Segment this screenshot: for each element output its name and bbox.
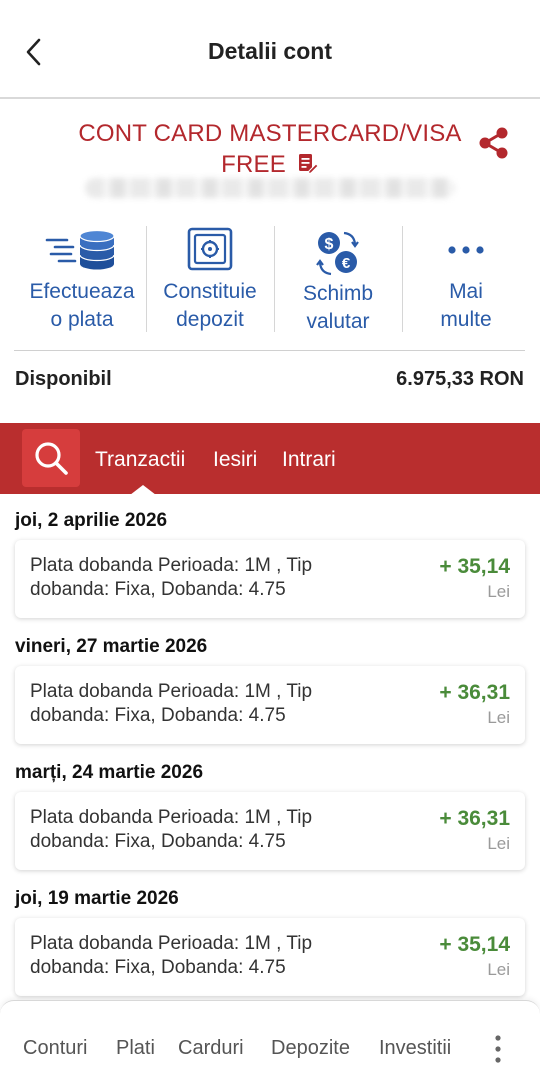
transaction-date: vineri, 27 martie 2026 [15, 636, 208, 657]
transaction-date: joi, 19 martie 2026 [15, 888, 179, 909]
safe-icon [187, 227, 233, 271]
divider [14, 350, 525, 351]
bottom-navigation: Conturi Plati Carduri Depozite Investiti… [0, 1000, 540, 1091]
more-horizontal-icon [448, 246, 484, 254]
transaction-card[interactable]: Plata dobanda Perioada: 1M , Tip dobanda… [15, 540, 525, 618]
transaction-date: marți, 24 martie 2026 [15, 762, 204, 783]
transaction-currency: Lei [487, 582, 510, 601]
share-button[interactable] [472, 122, 514, 164]
app-header: Detalii cont [0, 0, 540, 99]
action-more-button[interactable]: Mai multe [402, 222, 530, 334]
balance-label: Disponibil [15, 368, 112, 390]
nav-item-plati[interactable]: Plati [116, 1037, 155, 1060]
share-icon [479, 127, 508, 159]
more-vertical-icon [495, 1035, 501, 1063]
transaction-currency: Lei [487, 834, 510, 853]
quick-actions: Efectueaza o plata Constituie depozit $ … [18, 222, 530, 334]
account-name-line2: FREE [221, 151, 286, 178]
account-iban-redacted [85, 178, 455, 198]
action-deposit-button[interactable]: Constituie depozit [146, 222, 274, 334]
page-title: Detalii cont [208, 38, 332, 64]
tab-iesiri[interactable]: Iesiri [213, 448, 257, 472]
transaction-description: Plata dobanda Perioada: 1M , Tip dobanda… [30, 555, 313, 600]
transaction-amount: + 36,31 [439, 681, 510, 704]
search-button[interactable] [22, 429, 80, 487]
tab-intrari[interactable]: Intrari [282, 448, 336, 472]
search-icon [35, 442, 68, 475]
svg-text:$: $ [325, 236, 334, 253]
svg-text:€: € [342, 255, 351, 272]
transaction-amount: + 35,14 [439, 933, 510, 956]
account-name: CONT CARD MASTERCARD/VISA FREE [60, 118, 480, 182]
nav-item-investitii[interactable]: Investitii [379, 1037, 451, 1060]
nav-item-depozite[interactable]: Depozite [271, 1037, 350, 1060]
nav-item-carduri[interactable]: Carduri [178, 1037, 244, 1060]
action-exchange-button[interactable]: $ € Schimb valutar [274, 222, 402, 334]
transaction-card[interactable]: Plata dobanda Perioada: 1M , Tip dobanda… [15, 666, 525, 744]
transaction-currency: Lei [487, 708, 510, 727]
tab-tranzactii[interactable]: Tranzactii [95, 448, 185, 472]
transaction-amount: + 35,14 [439, 555, 510, 578]
account-name-line1: CONT CARD MASTERCARD/VISA [78, 120, 462, 147]
transaction-date: joi, 2 aprilie 2026 [15, 510, 168, 531]
currency-exchange-icon: $ € [316, 231, 359, 276]
transaction-card[interactable]: Plata dobanda Perioada: 1M , Tip dobanda… [15, 792, 525, 870]
transaction-tabs: Tranzactii Iesiri Intrari [0, 423, 540, 494]
transaction-description: Plata dobanda Perioada: 1M , Tip dobanda… [30, 807, 313, 852]
nav-more-button[interactable] [486, 1031, 510, 1067]
nav-item-conturi[interactable]: Conturi [23, 1037, 87, 1060]
transaction-amount: + 36,31 [439, 807, 510, 830]
transaction-description: Plata dobanda Perioada: 1M , Tip dobanda… [30, 681, 313, 726]
transaction-list[interactable]: joi, 2 aprilie 2026 Plata dobanda Perioa… [0, 494, 540, 1000]
balance-value: 6.975,33 RON [396, 368, 524, 390]
action-payment-button[interactable]: Efectueaza o plata [18, 222, 146, 334]
transaction-card[interactable]: Plata dobanda Perioada: 1M , Tip dobanda… [15, 918, 525, 996]
transaction-description: Plata dobanda Perioada: 1M , Tip dobanda… [30, 933, 313, 978]
coin-stack-icon [45, 229, 115, 270]
transaction-currency: Lei [487, 960, 510, 979]
